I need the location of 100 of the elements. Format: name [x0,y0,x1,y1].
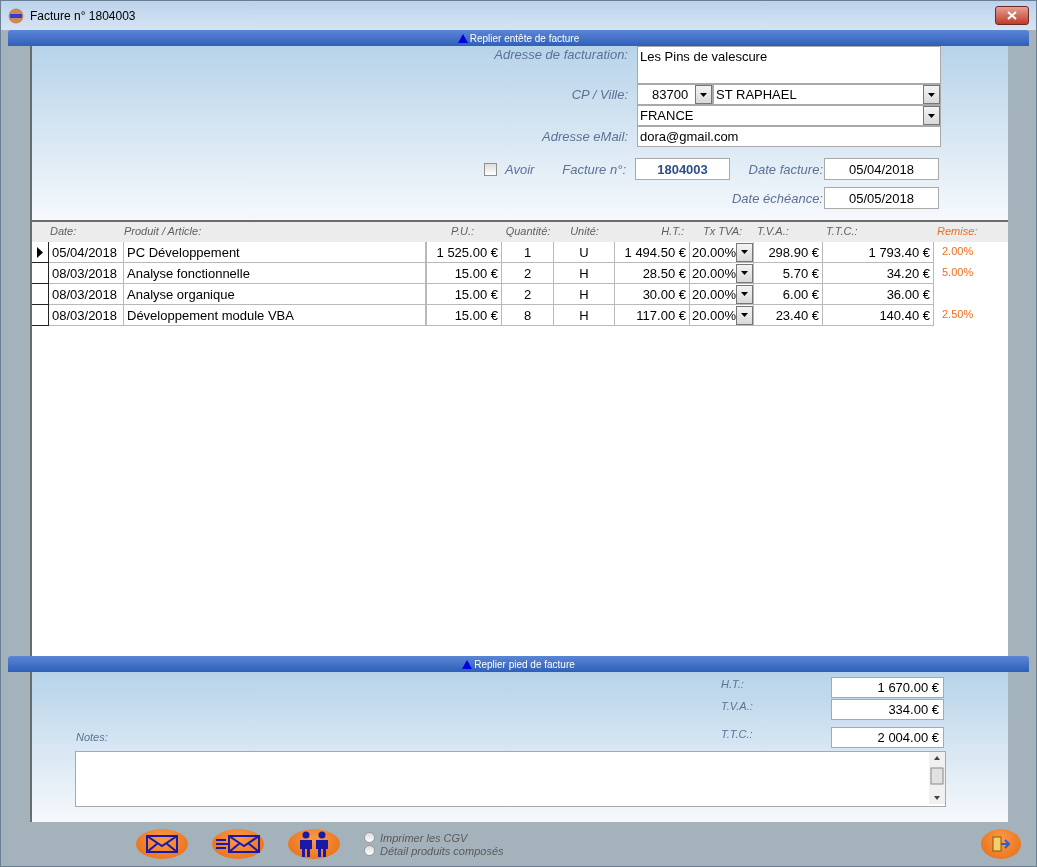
table-cell: 08/03/2018 [49,305,124,326]
invoice-date-field[interactable]: 05/04/2018 [824,158,939,180]
field-label: Adresse de facturation: [493,46,629,62]
radio-button[interactable] [364,832,375,843]
collapse-header-bar[interactable]: Replier entête de facture [8,30,1029,46]
country-dropdown[interactable]: FRANCE [637,105,941,126]
table-cell: 34.20 € [823,263,934,284]
field-label: Facture n°: [561,161,627,177]
table-cell: 1 525.00 € [427,242,502,263]
column-header: Tx TVA: [702,224,744,239]
dropdown-arrow-button[interactable] [736,263,754,283]
vat-rate-dropdown[interactable]: 20.00% [690,242,754,263]
send-fast-email-button[interactable] [212,829,264,859]
column-header: Remise: [936,224,979,239]
caret-icon [741,313,749,317]
close-button[interactable] [995,6,1029,25]
dropdown-arrow-button[interactable] [736,305,754,325]
notes-field[interactable] [75,751,946,807]
discount-text: 2.00% [941,244,975,259]
scrollbar[interactable] [929,752,945,804]
table-cell: 08/03/2018 [49,263,124,284]
table-cell: Analyse fonctionnelle [124,263,427,284]
triangle-up-icon [457,33,468,43]
postal-code-dropdown[interactable]: 83700 [637,84,713,105]
row-selector[interactable] [32,284,49,305]
discount-text: 5.00% [941,265,975,280]
column-header: Produit / Article: [124,224,203,239]
row-selector[interactable] [32,242,49,263]
table-cell: U [554,242,615,263]
column-header: T.T.C.: [825,224,859,239]
table-cell: 8 [502,305,554,326]
caret-icon [741,292,749,296]
total-value-field: 2 004.00 € [831,727,944,748]
dropdown-arrow-button[interactable] [736,242,754,262]
app-logo-icon [8,7,24,24]
vat-rate-dropdown[interactable]: 20.00% [690,284,754,305]
caret-icon [928,113,935,118]
field-label: Date facture: [747,161,824,177]
fast-envelope-icon [216,835,260,853]
table-cell: PC Développement [124,242,427,263]
table-cell: 140.40 € [823,305,934,326]
column-header: T.V.A.: [756,224,790,239]
table-cell: 05/04/2018 [49,242,124,263]
dropdown-arrow-button[interactable] [923,106,940,125]
table-cell: 28.50 € [615,263,690,284]
dropdown-arrow-button[interactable] [695,85,712,104]
column-header: Date: [49,224,78,239]
collapse-footer-bar[interactable]: Replier pied de facture [8,656,1029,672]
avoir-checkbox[interactable] [484,162,497,176]
close-icon [1007,11,1017,20]
current-row-icon [37,246,43,258]
triangle-up-icon [462,659,473,669]
people-button[interactable] [288,829,340,859]
window-title: Facture n° 1804003 [30,8,137,23]
table-cell: 30.00 € [615,284,690,305]
table-cell: 298.90 € [754,242,823,263]
row-selector[interactable] [32,263,49,284]
vat-rate-dropdown[interactable]: 20.00% [690,263,754,284]
table-cell: H [554,284,615,305]
total-label: H.T.: [721,677,745,690]
send-email-button[interactable] [136,829,188,859]
table-cell: 2 [502,284,554,305]
table-cell: 1 [502,242,554,263]
total-value-field: 1 670.00 € [831,677,944,698]
dropdown-arrow-button[interactable] [923,85,940,104]
radio-button[interactable] [364,845,375,856]
caret-icon [741,250,749,254]
field-label: Adresse eMail: [540,129,629,144]
row-selector[interactable] [32,305,49,326]
total-label: T.V.A.: [721,699,754,712]
column-header: Unité: [569,224,600,239]
caret-icon [928,92,935,97]
email-field[interactable]: dora@gmail.com [637,126,941,147]
radio-label: Imprimer les CGV [380,831,468,844]
column-header: H.T.: [660,224,685,239]
column-header: P.U.: [449,224,475,239]
city-dropdown[interactable]: ST RAPHAEL [713,84,941,105]
caret-icon [741,271,749,275]
table-cell: 15.00 € [427,284,502,305]
discount-text: 2.50% [941,307,975,322]
table-cell: 15.00 € [427,305,502,326]
field-label: Notes: [76,731,108,743]
invoice-number-field[interactable]: 1804003 [635,158,730,180]
table-cell: 1 494.50 € [615,242,690,263]
envelope-icon [146,835,178,853]
checkbox-label: Avoir [503,161,536,177]
table-cell: 36.00 € [823,284,934,305]
table-cell: 1 793.40 € [823,242,934,263]
dropdown-arrow-button[interactable] [736,284,754,304]
table-cell: H [554,305,615,326]
vat-rate-dropdown[interactable]: 20.00% [690,305,754,326]
exit-door-icon [992,836,1010,852]
due-date-field[interactable]: 05/05/2018 [824,187,939,209]
field-label: CP / Ville: [570,87,629,102]
table-cell: 6.00 € [754,284,823,305]
column-header: Quantité: [504,224,552,239]
table-cell: Développement module VBA [124,305,427,326]
exit-door-button[interactable] [981,829,1021,859]
people-icon [297,831,331,857]
address-field[interactable]: Les Pins de valescure [637,46,941,84]
